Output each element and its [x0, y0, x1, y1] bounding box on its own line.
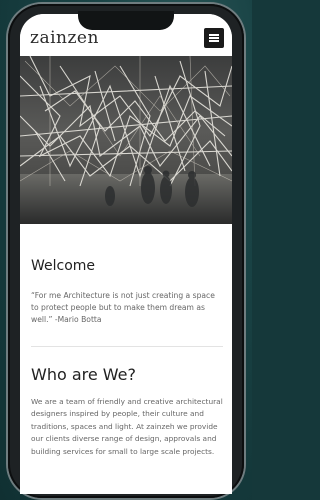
section-divider	[31, 346, 223, 347]
phone-notch	[78, 11, 174, 30]
about-text: We are a team of friendly and creative a…	[31, 397, 223, 456]
hero-image	[20, 56, 232, 224]
site-logo[interactable]: zainzen	[30, 28, 99, 48]
phone-screen: zainzen Welcome “For me Architecture is …	[20, 14, 232, 494]
hamburger-menu-icon[interactable]	[204, 28, 224, 48]
welcome-quote: “For me Architecture is not just creatin…	[31, 291, 215, 324]
about-heading: Who are We?	[31, 365, 137, 384]
welcome-heading: Welcome	[31, 258, 96, 274]
sculpture-illustration	[20, 56, 232, 224]
main-content: Welcome “For me Architecture is not just…	[31, 224, 223, 458]
